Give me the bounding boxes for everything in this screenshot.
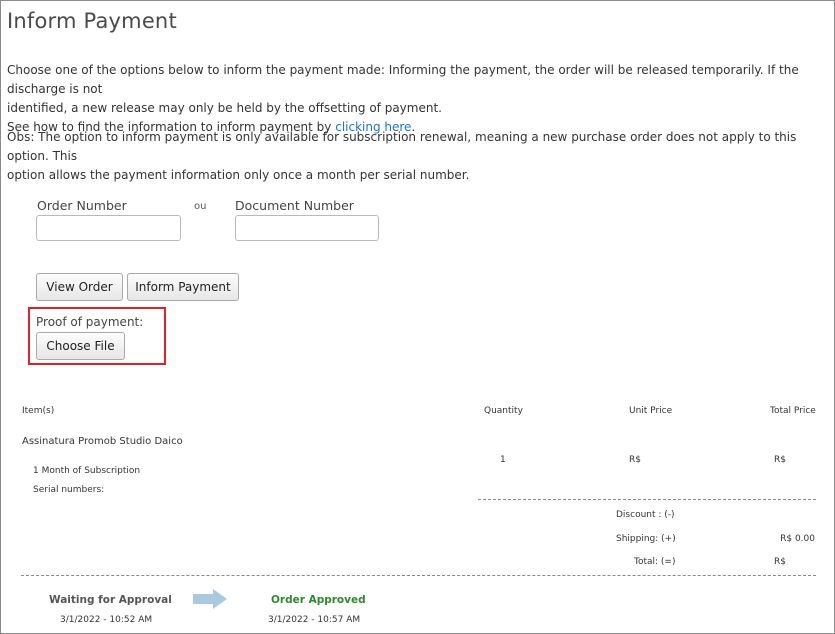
waiting-for-approval-label: Waiting for Approval bbox=[49, 594, 172, 606]
choose-file-button[interactable]: Choose File bbox=[36, 332, 125, 360]
proof-of-payment-label: Proof of payment: bbox=[36, 315, 144, 329]
intro-line-2: identified, a new release may only be he… bbox=[7, 101, 442, 115]
item-detail: 1 Month of Subscription bbox=[33, 466, 141, 476]
intro-text: Choose one of the options below to infor… bbox=[7, 61, 832, 137]
arrow-right-icon bbox=[193, 589, 227, 609]
order-approved-label: Order Approved bbox=[271, 594, 366, 606]
serial-numbers-label: Serial numbers: bbox=[33, 485, 105, 495]
inform-payment-button[interactable]: Inform Payment bbox=[127, 273, 239, 301]
quantity-header: Quantity bbox=[484, 406, 523, 416]
total-label: Total: (=) bbox=[634, 557, 676, 567]
or-label: ou bbox=[194, 201, 207, 212]
shipping-value: R$ 0.00 bbox=[780, 534, 815, 544]
total-value: R$ bbox=[774, 557, 786, 567]
obs-text: Obs: The option to inform payment is onl… bbox=[7, 128, 832, 185]
approved-date: 3/1/2022 - 10:57 AM bbox=[268, 615, 361, 625]
unit-price-header: Unit Price bbox=[629, 406, 673, 416]
obs-line-2: option allows the payment information on… bbox=[7, 168, 470, 182]
discount-label: Discount : (-) bbox=[616, 510, 675, 520]
item-total-price: R$ bbox=[774, 455, 786, 465]
totals-divider bbox=[478, 499, 816, 500]
document-number-input[interactable] bbox=[235, 215, 379, 241]
order-number-label: Order Number bbox=[37, 198, 127, 213]
obs-line-1: Obs: The option to inform payment is onl… bbox=[7, 130, 797, 163]
shipping-label: Shipping: (+) bbox=[616, 534, 676, 544]
item-name: Assinatura Promob Studio Daico bbox=[22, 436, 183, 447]
waiting-date: 3/1/2022 - 10:52 AM bbox=[60, 615, 153, 625]
item-unit-price: R$ bbox=[629, 455, 641, 465]
items-header: Item(s) bbox=[22, 406, 55, 416]
page-title: Inform Payment bbox=[7, 9, 177, 33]
document-number-label: Document Number bbox=[235, 198, 354, 213]
total-price-header: Total Price bbox=[770, 406, 816, 416]
item-quantity: 1 bbox=[500, 455, 506, 465]
intro-line-1: Choose one of the options below to infor… bbox=[7, 63, 799, 96]
order-number-input[interactable] bbox=[36, 215, 181, 241]
view-order-button[interactable]: View Order bbox=[36, 273, 123, 301]
status-divider bbox=[21, 575, 816, 576]
